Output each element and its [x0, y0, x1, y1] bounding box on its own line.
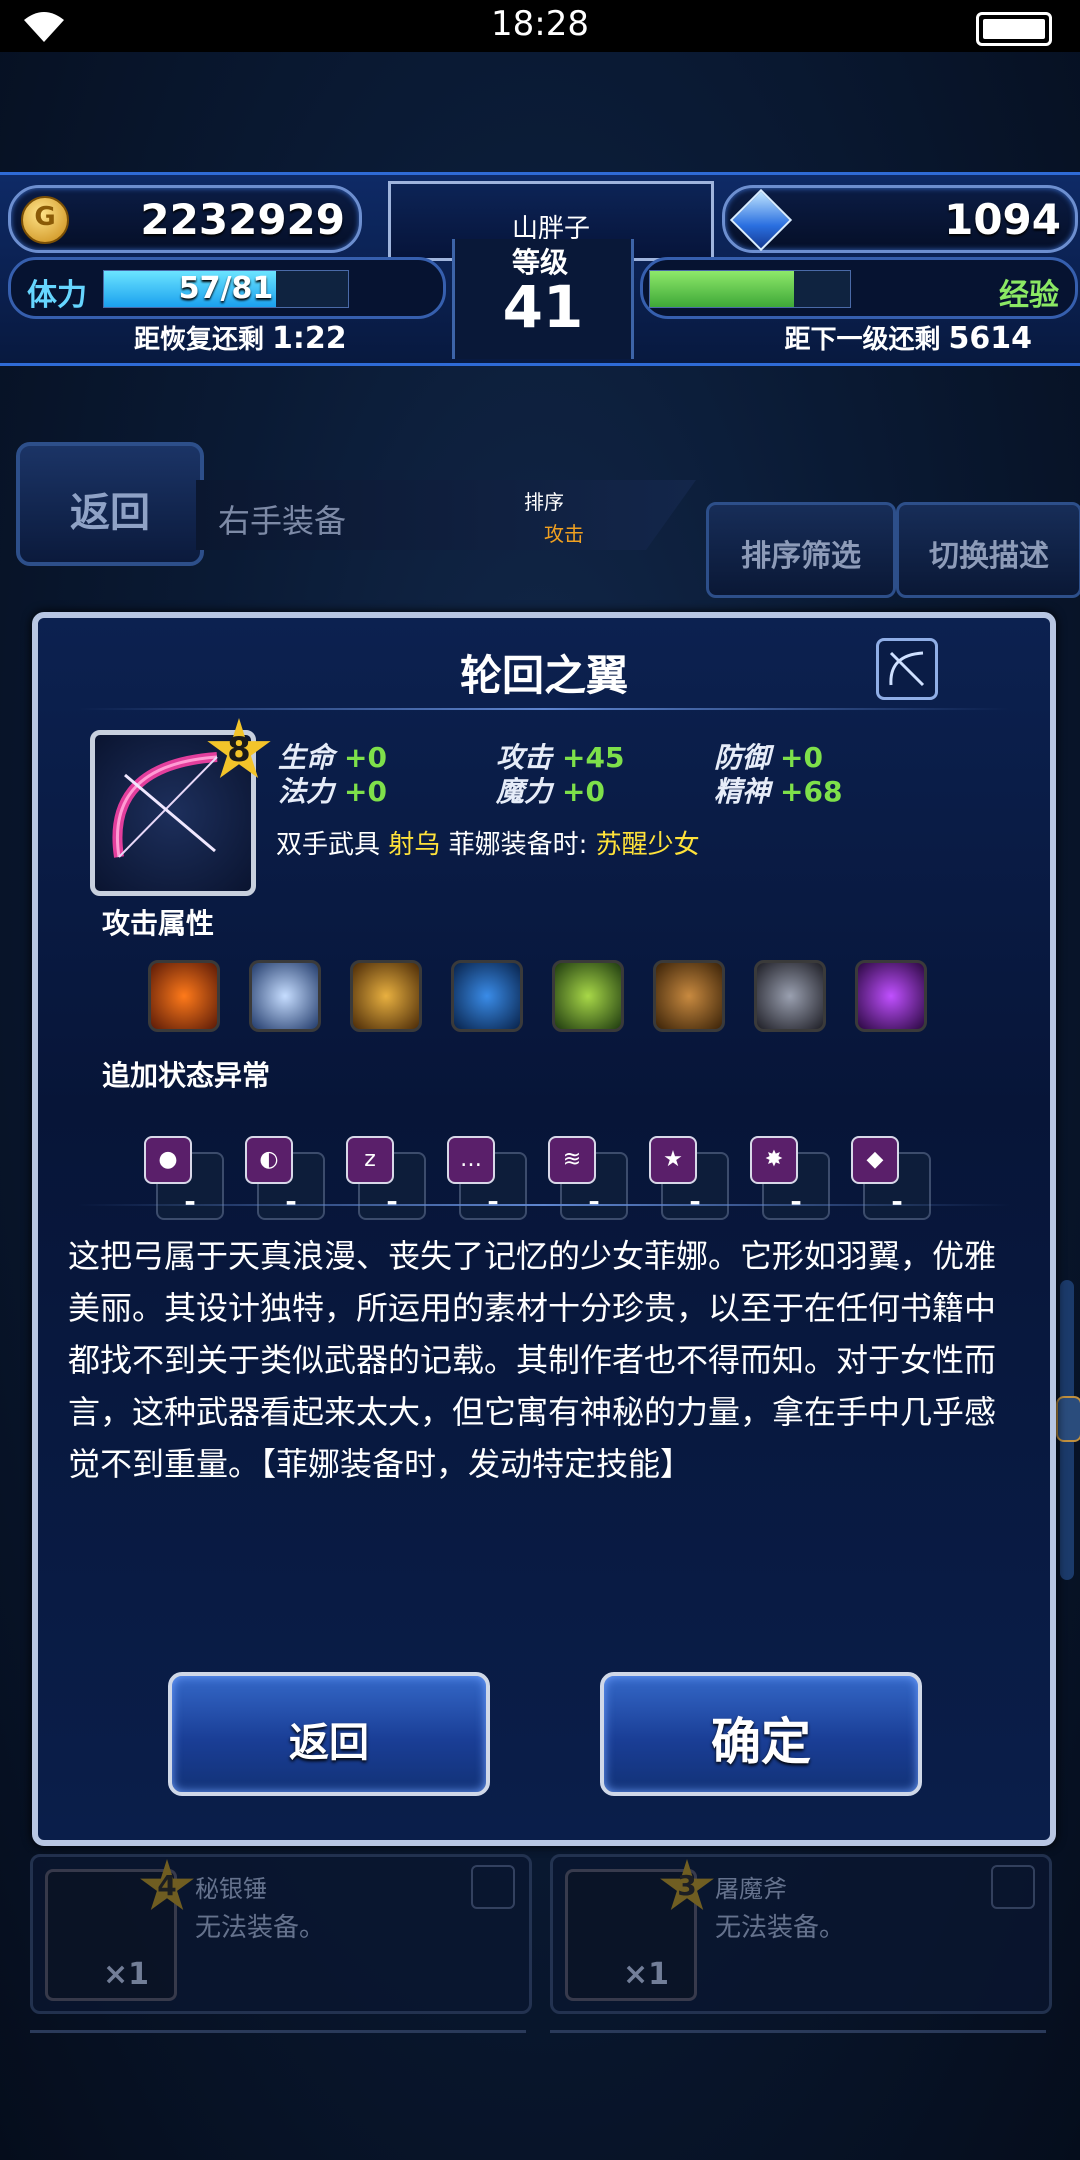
item-description: 这把弓属于天真浪漫、丧失了记忆的少女菲娜。它形如羽翼，优雅美丽。其设计独特，所运… [68, 1237, 997, 1483]
earth-icon [653, 960, 725, 1032]
ice-icon [249, 960, 321, 1032]
sort-label: 排序 [524, 490, 564, 514]
dialog-back-button[interactable]: 返回 [168, 1672, 490, 1796]
item-quantity: ×1 [103, 1957, 150, 1992]
weapon-class: 射乌 [388, 830, 441, 860]
item-detail-dialog: 轮回之翼 8 生命 +0 攻击 +45 防御 +0 法力 +0 魔力 +0 精神 +68 双… [32, 612, 1056, 1846]
gil-value: 2232929 [140, 195, 345, 244]
wind-icon [552, 960, 624, 1032]
poison-icon: - ● [144, 1136, 224, 1220]
item-quantity: ×1 [623, 1957, 670, 1992]
light-icon [754, 960, 826, 1032]
level-value: 41 [502, 273, 584, 341]
recover-timer: 距恢复还剩 1:22 [134, 319, 347, 356]
next-level-label: 距下一级还剩 [784, 325, 941, 355]
next-level: 距下一级还剩 5614 [784, 319, 1032, 356]
status-bar: 18:28 [0, 0, 1080, 52]
confusion-icon: - ★ [649, 1136, 729, 1220]
clock: 18:28 [491, 4, 589, 44]
item-rarity: 8 [227, 730, 251, 770]
fire-icon [148, 960, 220, 1032]
confirm-button[interactable]: 确定 [600, 1672, 922, 1796]
bow-type-icon [876, 638, 938, 700]
back-button[interactable]: 返回 [16, 442, 204, 566]
blind-icon: - ◐ [245, 1136, 325, 1220]
status-ailment-label: 追加状态异常 [102, 1059, 271, 1092]
stat-mag: 魔力 +0 [496, 775, 605, 808]
item-name: 秘银锤 [195, 1875, 267, 1903]
gem-value: 1094 [944, 195, 1061, 244]
scrollbar-handle[interactable] [1056, 1396, 1080, 1442]
sleep-icon: -z [346, 1136, 426, 1220]
stat-mp: 法力 +0 [278, 775, 387, 808]
list-row-edge [30, 2030, 526, 2073]
silence-icon: -… [447, 1136, 527, 1220]
sort-value: 攻击 [544, 522, 584, 546]
recover-time: 1:22 [272, 321, 347, 356]
next-level-value: 5614 [948, 321, 1033, 356]
equipment-item[interactable]: 4 秘银锤 无法装备。 ×1 [30, 1854, 532, 2014]
equipment-item[interactable]: 3 屠魔斧 无法装备。 ×1 [550, 1854, 1052, 2014]
hammer-type-icon [471, 1865, 515, 1909]
stat-spr: 精神 +68 [714, 775, 843, 808]
item-name: 屠魔斧 [715, 1875, 787, 1903]
equip-slot-bar: 右手装备 排序 攻击 [196, 480, 696, 550]
item-note: 无法装备。 [195, 1913, 326, 1943]
switch-description-button[interactable]: 切换描述 [896, 502, 1080, 598]
title-divider [78, 708, 1010, 710]
player-hud: G 2232929 山胖子 41 等级 1094 体力 57/81 经验 距恢复… [0, 172, 1080, 366]
petrify-icon: - ◆ [851, 1136, 931, 1220]
equip-bonus: 苏醒少女 [595, 830, 700, 860]
item-rarity: 3 [677, 1869, 697, 1902]
axe-type-icon [991, 1865, 1035, 1909]
description-divider [78, 1204, 1010, 1206]
sort-filter-button[interactable]: 排序筛选 [706, 502, 896, 598]
weapon-info: 双手武具 射乌 菲娜装备时: 苏醒少女 [276, 830, 700, 860]
list-row-edge [550, 2030, 1046, 2073]
attack-attribute-label: 攻击属性 [102, 907, 215, 940]
equip-slot-label: 右手装备 [218, 502, 347, 540]
item-rarity: 4 [157, 1869, 177, 1902]
battery-icon [976, 12, 1052, 46]
level-label: 等级 [511, 246, 568, 279]
paralysis-icon: - ≋ [548, 1136, 628, 1220]
water-icon [451, 960, 523, 1032]
dark-icon [855, 960, 927, 1032]
recover-label: 距恢复还剩 [134, 325, 265, 355]
item-note: 无法装备。 [715, 1913, 846, 1943]
lightning-icon [350, 960, 422, 1032]
gil-coin-icon: G [21, 196, 69, 244]
disease-icon: - ✸ [750, 1136, 830, 1220]
